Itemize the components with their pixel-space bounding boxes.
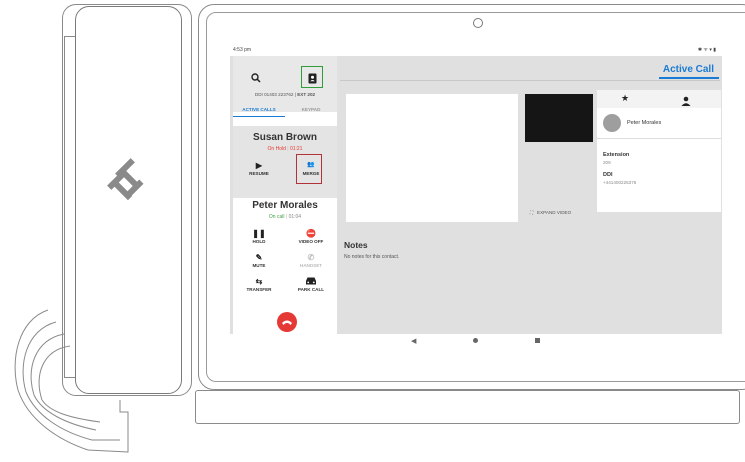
held-caller-name: Susan Brown xyxy=(253,132,317,143)
left-panel: DDI 01403 223762 | EXT 202 ACTIVE CALLS … xyxy=(233,56,337,334)
call-tabs: ACTIVE CALLS KEYPAD xyxy=(233,104,337,117)
mute-label: MUTE xyxy=(252,263,266,268)
tab-keypad[interactable]: KEYPAD xyxy=(285,104,337,116)
home-icon[interactable] xyxy=(473,338,478,343)
merge-highlight-box xyxy=(296,154,322,184)
handset-button[interactable]: ✆ HANDSET xyxy=(291,252,331,268)
ddi-value: +441400225376 xyxy=(603,180,637,185)
hold-button[interactable]: ❚❚ HOLD xyxy=(239,228,279,244)
star-icon[interactable]: ★ xyxy=(621,93,629,104)
contacts-highlight-box xyxy=(301,66,323,88)
page-title[interactable]: Active Call xyxy=(663,64,714,75)
expand-video-label: EXPAND VIDEO xyxy=(537,210,572,215)
mic-off-icon: ✎ xyxy=(255,253,263,262)
coiled-cord xyxy=(14,309,129,453)
handset-label: HANDSET xyxy=(299,263,323,268)
expand-video-button[interactable]: ⛶ EXPAND VIDEO xyxy=(530,210,571,215)
resume-label: RESUME xyxy=(249,171,269,176)
video-off-icon: ⛔ xyxy=(306,229,316,238)
oncall-status-text: On call xyxy=(268,214,285,220)
search-icon[interactable] xyxy=(248,70,264,86)
held-call-status: On Hold | 01:21 xyxy=(267,146,303,152)
ddi-field-label: DDI xyxy=(603,172,613,178)
extension-value: 209 xyxy=(603,160,611,165)
recents-icon[interactable] xyxy=(535,338,540,343)
main-header: Active Call xyxy=(340,56,722,79)
expand-icon: ⛶ xyxy=(530,210,538,215)
contact-panel: ★ Peter Morales Extension 209 DDI +44140… xyxy=(597,90,721,212)
transfer-label: TRANSFER xyxy=(246,287,272,292)
self-video-thumbnail[interactable] xyxy=(525,94,593,142)
handset-icon: ✆ xyxy=(307,253,315,262)
mute-button[interactable]: ✎ MUTE xyxy=(239,252,279,268)
video-off-label: VIDEO OFF xyxy=(298,239,324,244)
remote-video[interactable] xyxy=(346,94,518,222)
active-caller-name: Peter Morales xyxy=(252,200,318,211)
oncall-duration: 01:04 xyxy=(288,214,302,220)
hold-duration: 01:21 xyxy=(289,146,303,152)
car-icon xyxy=(291,276,331,287)
resume-button[interactable]: ▶ RESUME xyxy=(239,160,279,176)
park-call-label: PARK CALL xyxy=(297,287,325,292)
hangup-button[interactable] xyxy=(277,312,297,332)
active-call-card: Peter Morales On call | 01:04 ❚❚ HOLD ⛔ … xyxy=(233,200,337,332)
hold-status-text: On Hold xyxy=(267,146,286,152)
hangup-icon xyxy=(282,320,292,325)
extension-label: Extension xyxy=(603,152,630,158)
play-icon: ▶ xyxy=(255,161,263,170)
hold-label: HOLD xyxy=(252,239,266,244)
notes-title: Notes xyxy=(344,240,368,250)
ddi-label: DDI 01403 223762 | xyxy=(254,92,298,97)
camera-icon xyxy=(473,18,483,28)
pause-icon: ❚❚ xyxy=(252,229,266,238)
brand-logo-icon xyxy=(107,158,144,201)
title-underline xyxy=(659,77,719,79)
contact-header-row: Peter Morales xyxy=(597,108,721,139)
transfer-icon: ⇆ xyxy=(255,277,263,286)
tab-active-calls[interactable]: ACTIVE CALLS xyxy=(233,104,285,117)
header-divider xyxy=(340,80,720,81)
avatar xyxy=(603,114,621,132)
status-time: 4:53 pm xyxy=(233,47,252,53)
contact-tabbar: ★ xyxy=(597,90,721,108)
notes-text: No notes for this contact. xyxy=(344,254,400,260)
park-call-button[interactable]: PARK CALL xyxy=(291,276,331,292)
ext-label: EXT 202 xyxy=(297,92,316,97)
system-nav-bar: ◀ xyxy=(230,334,722,348)
held-call-card: Susan Brown On Hold | 01:21 ▶ RESUME 👥 M… xyxy=(233,126,337,198)
main-area: Active Call ⛶ EXPAND VIDEO ★ Peter Moral… xyxy=(340,56,722,334)
back-icon[interactable]: ◀ xyxy=(411,337,416,345)
phone-screen: 4:53 pm ✱ ᯤ ▾ ▮ DDI 01403 223762 | EXT 2… xyxy=(230,44,722,348)
phone-base xyxy=(195,390,740,424)
status-bar: 4:53 pm ✱ ᯤ ▾ ▮ xyxy=(230,44,722,56)
ddi-ext-line: DDI 01403 223762 | EXT 202 xyxy=(233,92,337,97)
active-call-status: On call | 01:04 xyxy=(268,214,302,220)
contact-name: Peter Morales xyxy=(627,120,662,126)
transfer-button[interactable]: ⇆ TRANSFER xyxy=(239,276,279,292)
video-off-button[interactable]: ⛔ VIDEO OFF xyxy=(291,228,331,244)
status-icons: ✱ ᯤ ▾ ▮ xyxy=(697,47,716,53)
